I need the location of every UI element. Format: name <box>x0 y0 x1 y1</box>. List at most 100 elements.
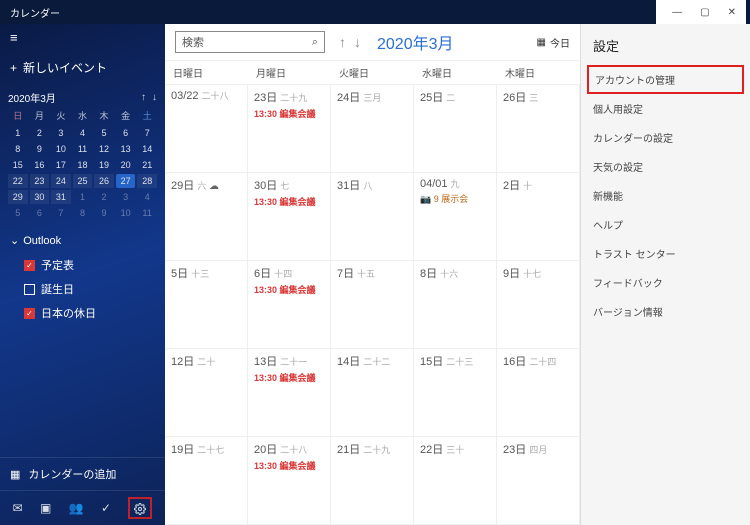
mini-day[interactable]: 6 <box>30 206 50 220</box>
close-button[interactable]: ✕ <box>728 7 736 18</box>
mini-prev-button[interactable]: ↑ <box>141 92 146 103</box>
calendar-cell[interactable]: 25日二 <box>414 85 497 173</box>
checkbox[interactable]: ✓ <box>24 260 35 271</box>
calendar-cell[interactable]: 03/22二十八 <box>165 85 248 173</box>
calendar-cell[interactable]: 23日二十九13:30 編集会議 <box>248 85 331 173</box>
mini-day[interactable]: 19 <box>94 158 114 172</box>
checkbox[interactable] <box>24 284 35 295</box>
new-event-button[interactable]: + 新しいイベント <box>0 51 165 84</box>
calendar-event[interactable]: 13:30 編集会議 <box>254 283 324 296</box>
minimize-button[interactable]: — <box>672 7 682 18</box>
calendar-cell[interactable]: 12日二十 <box>165 349 248 437</box>
calendar-cell[interactable]: 19日二十七 <box>165 437 248 525</box>
settings-button[interactable] <box>128 497 152 519</box>
calendar-cell[interactable]: 29日六 ☁ <box>165 173 248 261</box>
mini-day[interactable]: 1 <box>8 126 28 140</box>
mini-day[interactable]: 7 <box>137 126 157 140</box>
settings-item[interactable]: カレンダーの設定 <box>581 123 750 152</box>
people-icon[interactable]: 👥 <box>69 501 84 515</box>
calendar-cell[interactable]: 9日十七 <box>497 261 580 349</box>
calendar-cell[interactable]: 6日十四13:30 編集会議 <box>248 261 331 349</box>
mini-day[interactable]: 5 <box>94 126 114 140</box>
mini-day[interactable]: 28 <box>137 174 157 188</box>
calendar-cell[interactable]: 15日二十三 <box>414 349 497 437</box>
mini-day[interactable]: 21 <box>137 158 157 172</box>
mini-day[interactable]: 31 <box>51 190 71 204</box>
mini-day[interactable]: 12 <box>94 142 114 156</box>
calendar-item[interactable]: ✓予定表 <box>10 253 155 277</box>
mini-day[interactable]: 11 <box>73 142 93 156</box>
next-month-button[interactable]: ↓ <box>354 34 361 50</box>
mini-day[interactable]: 18 <box>73 158 93 172</box>
settings-item[interactable]: ヘルプ <box>581 210 750 239</box>
mini-day[interactable]: 3 <box>51 126 71 140</box>
mini-day[interactable]: 9 <box>30 142 50 156</box>
calendar-item[interactable]: 誕生日 <box>10 277 155 301</box>
mini-day[interactable]: 7 <box>51 206 71 220</box>
mini-day[interactable]: 23 <box>30 174 50 188</box>
mini-day[interactable]: 29 <box>8 190 28 204</box>
mini-day[interactable]: 2 <box>94 190 114 204</box>
mini-day[interactable]: 16 <box>30 158 50 172</box>
hamburger-button[interactable]: ≡ <box>0 24 165 51</box>
settings-item[interactable]: バージョン情報 <box>581 297 750 326</box>
calendar-nav-icon[interactable]: ▣ <box>40 501 51 515</box>
mini-day[interactable]: 10 <box>116 206 136 220</box>
mini-day[interactable]: 24 <box>51 174 71 188</box>
maximize-button[interactable]: ▢ <box>700 7 709 18</box>
mini-day[interactable]: 25 <box>73 174 93 188</box>
calendar-event[interactable]: 13:30 編集会議 <box>254 371 324 384</box>
calendar-cell[interactable]: 7日十五 <box>331 261 414 349</box>
calendar-cell[interactable]: 20日二十八13:30 編集会議 <box>248 437 331 525</box>
mini-day[interactable]: 30 <box>30 190 50 204</box>
calendar-event[interactable]: 📷 9 展示会 <box>420 192 490 205</box>
mini-day[interactable]: 22 <box>8 174 28 188</box>
mini-day[interactable]: 1 <box>73 190 93 204</box>
calendar-cell[interactable]: 21日二十九 <box>331 437 414 525</box>
prev-month-button[interactable]: ↑ <box>339 34 346 50</box>
current-month-label[interactable]: 2020年3月 <box>377 30 454 54</box>
calendar-cell[interactable]: 31日八 <box>331 173 414 261</box>
calendar-cell[interactable]: 24日三月 <box>331 85 414 173</box>
mini-day[interactable]: 20 <box>116 158 136 172</box>
mini-day[interactable]: 8 <box>8 142 28 156</box>
settings-item[interactable]: アカウントの管理 <box>587 65 744 94</box>
settings-item[interactable]: 新機能 <box>581 181 750 210</box>
add-calendar-button[interactable]: ▦ カレンダーの追加 <box>0 457 165 490</box>
mini-day[interactable]: 5 <box>8 206 28 220</box>
calendar-cell[interactable]: 04/01九📷 9 展示会 <box>414 173 497 261</box>
calendar-cell[interactable]: 8日十六 <box>414 261 497 349</box>
calendar-cell[interactable]: 16日二十四 <box>497 349 580 437</box>
calendar-item[interactable]: ✓日本の休日 <box>10 301 155 325</box>
settings-item[interactable]: 天気の設定 <box>581 152 750 181</box>
checkbox[interactable]: ✓ <box>24 308 35 319</box>
calendar-cell[interactable]: 13日二十一13:30 編集会議 <box>248 349 331 437</box>
calendar-cell[interactable]: 5日十三 <box>165 261 248 349</box>
search-input[interactable]: 検索 ⌕ <box>175 31 325 53</box>
mini-day[interactable]: 4 <box>73 126 93 140</box>
calendar-cell[interactable]: 26日三 <box>497 85 580 173</box>
calendar-event[interactable]: 13:30 編集会議 <box>254 107 324 120</box>
mini-day[interactable]: 8 <box>73 206 93 220</box>
mini-day[interactable]: 11 <box>137 206 157 220</box>
mini-day[interactable]: 2 <box>30 126 50 140</box>
outlook-toggle[interactable]: ⌄ Outlook <box>10 234 155 247</box>
settings-item[interactable]: トラスト センター <box>581 239 750 268</box>
mini-day[interactable]: 9 <box>94 206 114 220</box>
mini-day[interactable]: 17 <box>51 158 71 172</box>
calendar-cell[interactable]: 30日七13:30 編集会議 <box>248 173 331 261</box>
mini-day[interactable]: 3 <box>116 190 136 204</box>
mini-day[interactable]: 26 <box>94 174 114 188</box>
mini-day[interactable]: 6 <box>116 126 136 140</box>
todo-icon[interactable]: ✓ <box>101 501 111 515</box>
mini-next-button[interactable]: ↓ <box>152 92 157 103</box>
calendar-cell[interactable]: 2日十 <box>497 173 580 261</box>
today-button[interactable]: 今日 <box>550 35 570 50</box>
calendar-event[interactable]: 13:30 編集会議 <box>254 195 324 208</box>
mini-day[interactable]: 10 <box>51 142 71 156</box>
calendar-cell[interactable]: 22日三十 <box>414 437 497 525</box>
settings-item[interactable]: フィードバック <box>581 268 750 297</box>
mail-icon[interactable]: ✉ <box>13 501 23 515</box>
settings-item[interactable]: 個人用設定 <box>581 94 750 123</box>
mini-day[interactable]: 14 <box>137 142 157 156</box>
